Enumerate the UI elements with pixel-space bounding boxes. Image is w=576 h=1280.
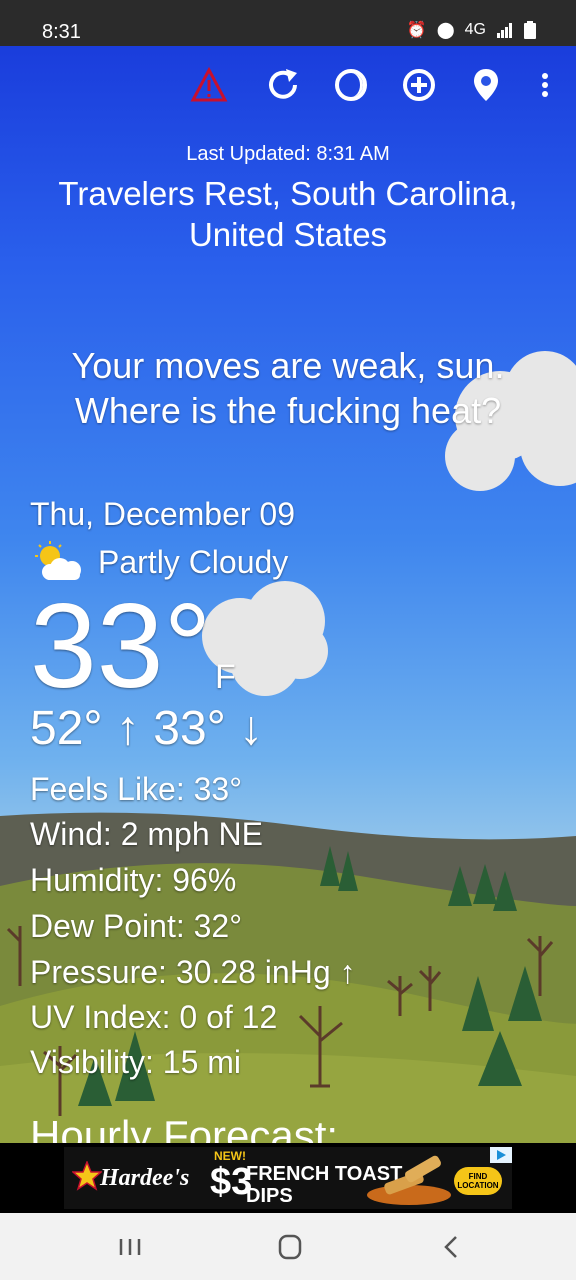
pressure: Pressure: 30.28 inHg ↑ bbox=[30, 954, 356, 990]
wind: Wind: 2 mph NE bbox=[30, 816, 263, 852]
network-label: 4G bbox=[464, 21, 486, 38]
ad-banner[interactable]: Hardee's NEW! $3 FRENCH TOAST DIPS FIND … bbox=[0, 1143, 576, 1213]
partly-cloudy-icon bbox=[35, 541, 81, 580]
location-button[interactable] bbox=[467, 66, 505, 104]
dew-point: Dew Point: 32° bbox=[30, 908, 243, 944]
ad-brand: Hardee's bbox=[100, 1165, 190, 1191]
signal-icon bbox=[497, 23, 512, 38]
high-low: 52° ↑ 33° ↓ bbox=[30, 702, 264, 755]
visibility: Visibility: 15 mi bbox=[30, 1044, 242, 1080]
current-date: Thu, December 09 bbox=[30, 496, 296, 532]
condition-text: Partly Cloudy bbox=[98, 543, 289, 580]
weather-screen[interactable]: Last Updated: 8:31 AM Travelers Rest, So… bbox=[0, 46, 576, 1143]
back-button[interactable] bbox=[432, 1231, 472, 1263]
snarky-quote: Your moves are weak, sun. Where is the f… bbox=[0, 343, 576, 433]
alarm-icon: ⏰ bbox=[406, 22, 427, 39]
navigation-bar bbox=[0, 1213, 576, 1280]
location-icon: ⬤ bbox=[436, 22, 455, 39]
home-icon bbox=[278, 1234, 302, 1260]
french-toast-image bbox=[367, 1155, 451, 1205]
recents-button[interactable] bbox=[110, 1231, 150, 1263]
alert-icon bbox=[190, 66, 228, 102]
temperature-unit: F bbox=[215, 658, 236, 696]
quote-line-1: Your moves are weak, sun. bbox=[71, 345, 505, 386]
current-temperature: 33° bbox=[30, 579, 212, 713]
alert-button[interactable] bbox=[190, 66, 228, 104]
theme-button[interactable] bbox=[332, 66, 370, 104]
feels-like: Feels Like: 33° bbox=[30, 771, 243, 807]
toolbar bbox=[0, 46, 576, 130]
uv-index: UV Index: 0 of 12 bbox=[30, 999, 278, 1035]
status-icons: ⏰ ⬤ 4G bbox=[407, 20, 536, 40]
recents-icon bbox=[119, 1239, 141, 1255]
humidity: Humidity: 96% bbox=[30, 862, 237, 898]
condition-row: Partly Cloudy bbox=[30, 540, 288, 584]
refresh-button[interactable] bbox=[264, 66, 302, 104]
more-button[interactable] bbox=[535, 66, 555, 104]
battery-icon bbox=[524, 21, 536, 39]
hourly-forecast-title: Hourly Forecast: bbox=[30, 1112, 339, 1143]
location-line-2: United States bbox=[188, 216, 388, 253]
find-location-button[interactable]: FIND LOCATION bbox=[454, 1167, 502, 1195]
location-name: Travelers Rest, South Carolina, United S… bbox=[0, 173, 576, 255]
ad-choices-icon[interactable] bbox=[490, 1147, 512, 1163]
location-line-1: Travelers Rest, South Carolina, bbox=[58, 175, 518, 212]
theme-icon bbox=[335, 69, 367, 101]
home-button[interactable] bbox=[270, 1231, 310, 1263]
hardees-star-icon bbox=[72, 1161, 102, 1191]
status-time: 8:31 bbox=[42, 21, 81, 43]
back-icon bbox=[444, 1236, 457, 1258]
quote-line-2: Where is the fucking heat? bbox=[74, 390, 502, 431]
ad-content[interactable]: Hardee's NEW! $3 FRENCH TOAST DIPS FIND … bbox=[64, 1147, 512, 1209]
add-location-icon bbox=[403, 69, 435, 101]
more-icon bbox=[542, 73, 548, 97]
ad-product-line-2: DIPS bbox=[246, 1185, 293, 1207]
add-location-button[interactable] bbox=[400, 66, 438, 104]
location-pin-icon bbox=[474, 69, 498, 101]
last-updated: Last Updated: 8:31 AM bbox=[186, 143, 390, 165]
status-bar: 8:31 ⏰ ⬤ 4G bbox=[0, 0, 576, 46]
refresh-icon bbox=[269, 69, 297, 99]
